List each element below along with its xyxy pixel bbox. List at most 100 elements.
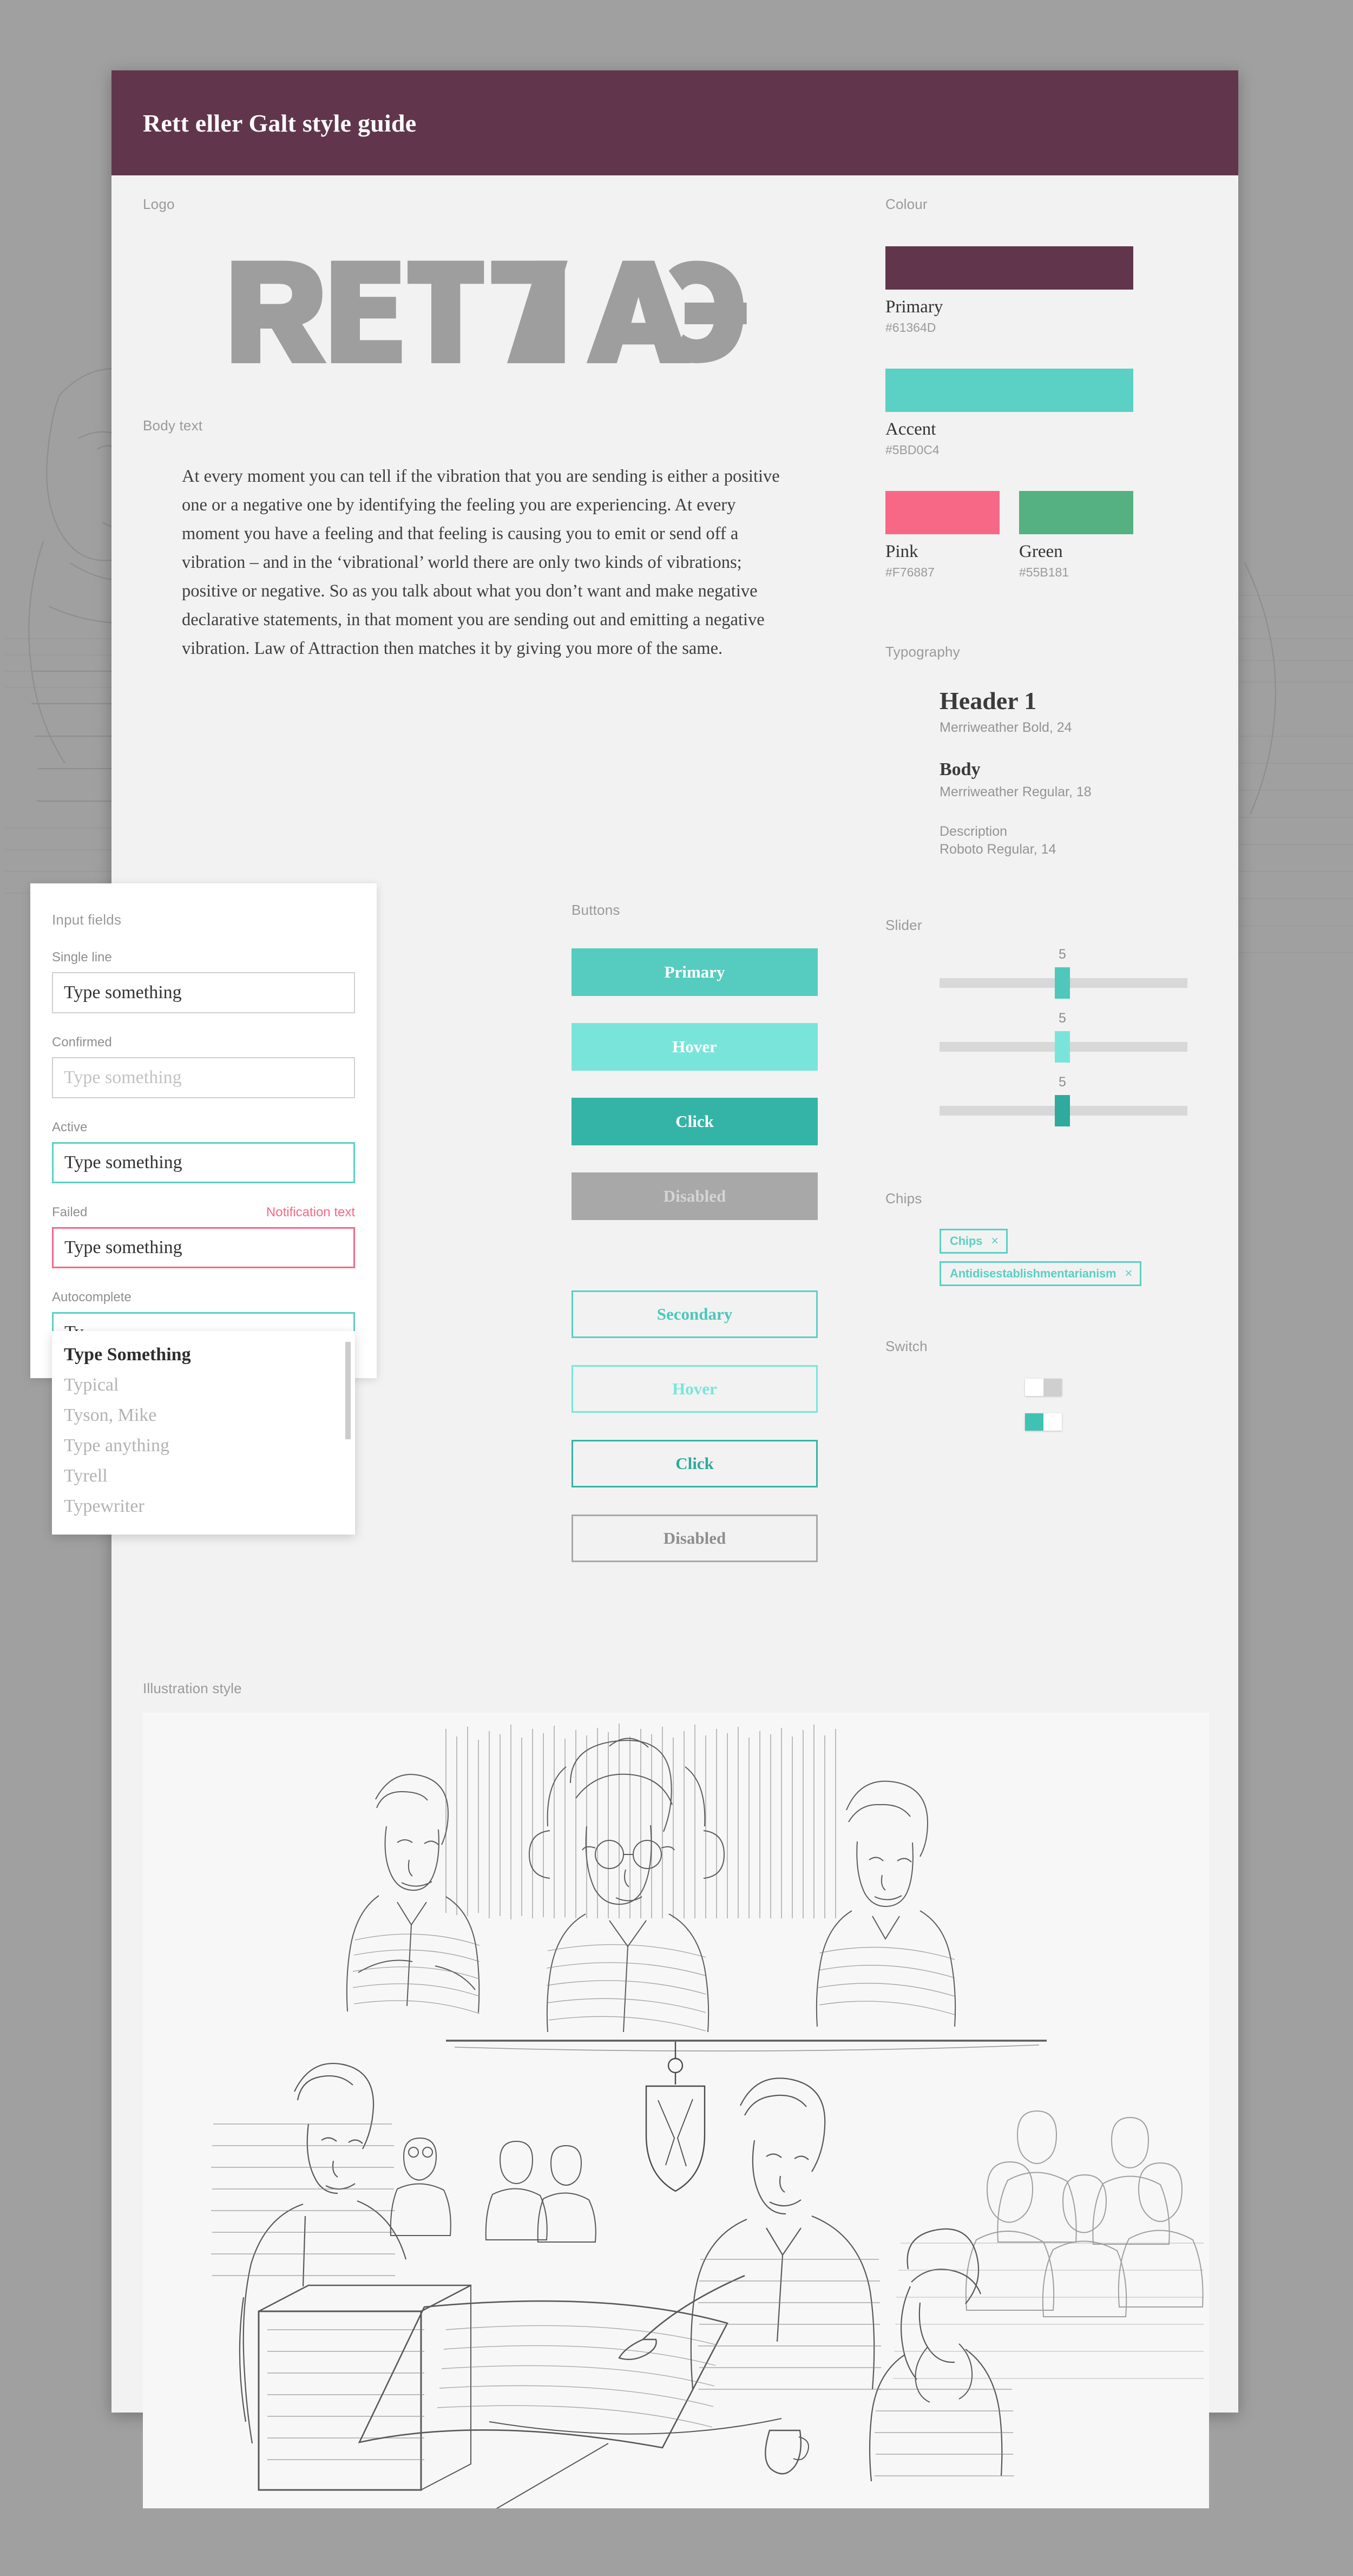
field-label: Failed bbox=[52, 1205, 88, 1220]
illustration-pencil-sketch bbox=[143, 1713, 1209, 2512]
switch-track bbox=[1025, 1413, 1043, 1431]
section-label-switch: Switch bbox=[885, 1338, 928, 1354]
logo-wordmark bbox=[231, 260, 747, 363]
chip-label: Chips bbox=[950, 1234, 983, 1248]
chip-group: Chips × Antidisestablishmentarianism × bbox=[940, 1229, 1210, 1286]
slider-thumb[interactable] bbox=[1055, 967, 1070, 999]
single-line-input[interactable]: Type something bbox=[52, 972, 355, 1013]
close-icon[interactable]: × bbox=[991, 1235, 999, 1248]
input-fields-card: Input fields Single line Type something … bbox=[30, 883, 377, 1535]
chip-label: Antidisestablishmentarianism bbox=[950, 1267, 1116, 1280]
swatch-hex-primary: #61364D bbox=[885, 320, 936, 335]
button-secondary-hover[interactable]: Hover bbox=[572, 1365, 818, 1413]
section-label-input-fields: Input fields bbox=[52, 912, 122, 928]
slider-hover[interactable]: 5 bbox=[940, 1011, 1187, 1074]
button-primary-disabled: Disabled bbox=[572, 1172, 818, 1220]
section-label-chips: Chips bbox=[885, 1190, 922, 1207]
field-label: Confirmed bbox=[52, 1035, 112, 1050]
page-body: Logo Body text At every moment you can t… bbox=[30, 175, 1238, 2512]
switch-off[interactable] bbox=[1025, 1379, 1062, 1396]
left-column: Logo Body text At every moment you can t… bbox=[143, 196, 857, 663]
body-text-paragraph: At every moment you can tell if the vibr… bbox=[182, 467, 780, 658]
slider-group: 5 5 5 bbox=[940, 947, 1210, 1138]
swatch-fill-accent bbox=[885, 369, 1133, 412]
button-secondary-click[interactable]: Click bbox=[572, 1440, 818, 1487]
swatch-hex-green: #55B181 bbox=[1019, 565, 1069, 579]
autocomplete-option[interactable]: Tyson, Mike bbox=[52, 1400, 355, 1431]
autocomplete-option[interactable]: Typewriter bbox=[52, 1491, 355, 1522]
swatch-fill-pink bbox=[885, 491, 1000, 534]
typography-specimens: Header 1 Merriweather Bold, 24 Body Merr… bbox=[940, 686, 1210, 857]
swatch-name-green: Green bbox=[1019, 542, 1063, 561]
swatch-name-pink: Pink bbox=[885, 542, 918, 561]
field-label: Single line bbox=[52, 950, 112, 965]
button-primary-hover[interactable]: Hover bbox=[572, 1023, 818, 1071]
typo-spec-header1: Merriweather Bold, 24 bbox=[940, 720, 1072, 735]
field-active: Active Type something bbox=[52, 1120, 355, 1183]
colour-swatch-pink: Pink #F76887 bbox=[885, 491, 1000, 580]
illustration-sample bbox=[143, 1713, 1209, 2512]
autocomplete-dropdown: Type Something Typical Tyson, Mike Type … bbox=[52, 1331, 355, 1535]
section-label-body-text: Body text bbox=[143, 417, 203, 434]
button-secondary[interactable]: Secondary bbox=[572, 1290, 818, 1338]
switch-knob bbox=[1043, 1413, 1062, 1431]
slider-value-active: 5 bbox=[1059, 1074, 1066, 1090]
slider-thumb[interactable] bbox=[1055, 1031, 1070, 1063]
button-primary[interactable]: Primary bbox=[572, 948, 818, 996]
field-label: Autocomplete bbox=[52, 1290, 132, 1305]
failed-input[interactable]: Type something bbox=[52, 1227, 355, 1268]
slider-value-hover: 5 bbox=[1059, 1011, 1066, 1026]
swatch-fill-primary bbox=[885, 246, 1133, 290]
slider-active[interactable]: 5 bbox=[940, 1074, 1187, 1138]
autocomplete-option[interactable]: Tyrell bbox=[52, 1461, 355, 1491]
field-failed: Failed Notification text Type something bbox=[52, 1205, 355, 1268]
colour-swatch-primary: Primary #61364D bbox=[885, 246, 1210, 335]
notification-text: Notification text bbox=[266, 1205, 355, 1220]
slider-default[interactable]: 5 bbox=[940, 947, 1187, 1011]
section-label-typography: Typography bbox=[885, 644, 960, 660]
typo-spec-body: Merriweather Regular, 18 bbox=[940, 784, 1092, 799]
typo-spec-description: Roboto Regular, 14 bbox=[940, 842, 1056, 857]
field-confirmed: Confirmed Type something bbox=[52, 1035, 355, 1098]
swatch-hex-pink: #F76887 bbox=[885, 565, 935, 579]
swatch-name-primary: Primary bbox=[885, 297, 943, 317]
typo-sample-header1: Header 1 bbox=[940, 687, 1037, 715]
colour-swatch-row: Pink #F76887 Green #55B181 bbox=[885, 491, 1210, 580]
colour-swatch-accent: Accent #5BD0C4 bbox=[885, 369, 1210, 457]
page-header: Rett eller Galt style guide bbox=[111, 70, 1238, 175]
confirmed-input[interactable]: Type something bbox=[52, 1057, 355, 1098]
style-guide-page: Rett eller Galt style guide Logo Body te… bbox=[30, 70, 1238, 2512]
field-label: Active bbox=[52, 1120, 88, 1135]
switch-track bbox=[1043, 1379, 1062, 1396]
typo-sample-description: Description bbox=[940, 824, 1008, 839]
chip-chips[interactable]: Chips × bbox=[940, 1229, 1008, 1254]
logo bbox=[143, 255, 857, 363]
autocomplete-option[interactable]: Type anything bbox=[52, 1431, 355, 1461]
page-title: Rett eller Galt style guide bbox=[143, 109, 417, 137]
close-icon[interactable]: × bbox=[1125, 1267, 1132, 1280]
autocomplete-option[interactable]: Typical bbox=[52, 1370, 355, 1400]
swatch-hex-accent: #5BD0C4 bbox=[885, 443, 940, 457]
autocomplete-option[interactable]: Type Something bbox=[52, 1340, 355, 1370]
switch-on[interactable] bbox=[1025, 1413, 1062, 1431]
colour-swatch-green: Green #55B181 bbox=[1019, 491, 1133, 580]
section-label-slider: Slider bbox=[885, 917, 922, 933]
dropdown-scrollbar[interactable] bbox=[345, 1342, 351, 1439]
right-column: Colour Primary #61364D Accent #5BD0C4 Pi… bbox=[885, 196, 1210, 1431]
switch-group bbox=[1025, 1379, 1210, 1431]
section-label-colour: Colour bbox=[885, 196, 928, 212]
chip-antidisestablishmentarianism[interactable]: Antidisestablishmentarianism × bbox=[940, 1261, 1142, 1286]
button-primary-click[interactable]: Click bbox=[572, 1098, 818, 1145]
slider-value-default: 5 bbox=[1059, 947, 1066, 962]
field-single-line: Single line Type something bbox=[52, 950, 355, 1013]
slider-thumb[interactable] bbox=[1055, 1095, 1070, 1126]
field-autocomplete: Autocomplete Ty Type Something Typical T… bbox=[52, 1290, 355, 1535]
button-secondary-disabled: Disabled bbox=[572, 1515, 818, 1562]
swatch-name-accent: Accent bbox=[885, 419, 936, 439]
typo-sample-body: Body bbox=[940, 759, 981, 779]
active-input[interactable]: Type something bbox=[52, 1142, 355, 1183]
section-label-illustration: Illustration style bbox=[143, 1680, 242, 1696]
buttons-column: Primary Hover Click Disabled Secondary H… bbox=[539, 902, 842, 1562]
section-label-logo: Logo bbox=[143, 196, 175, 212]
switch-knob bbox=[1025, 1379, 1043, 1396]
